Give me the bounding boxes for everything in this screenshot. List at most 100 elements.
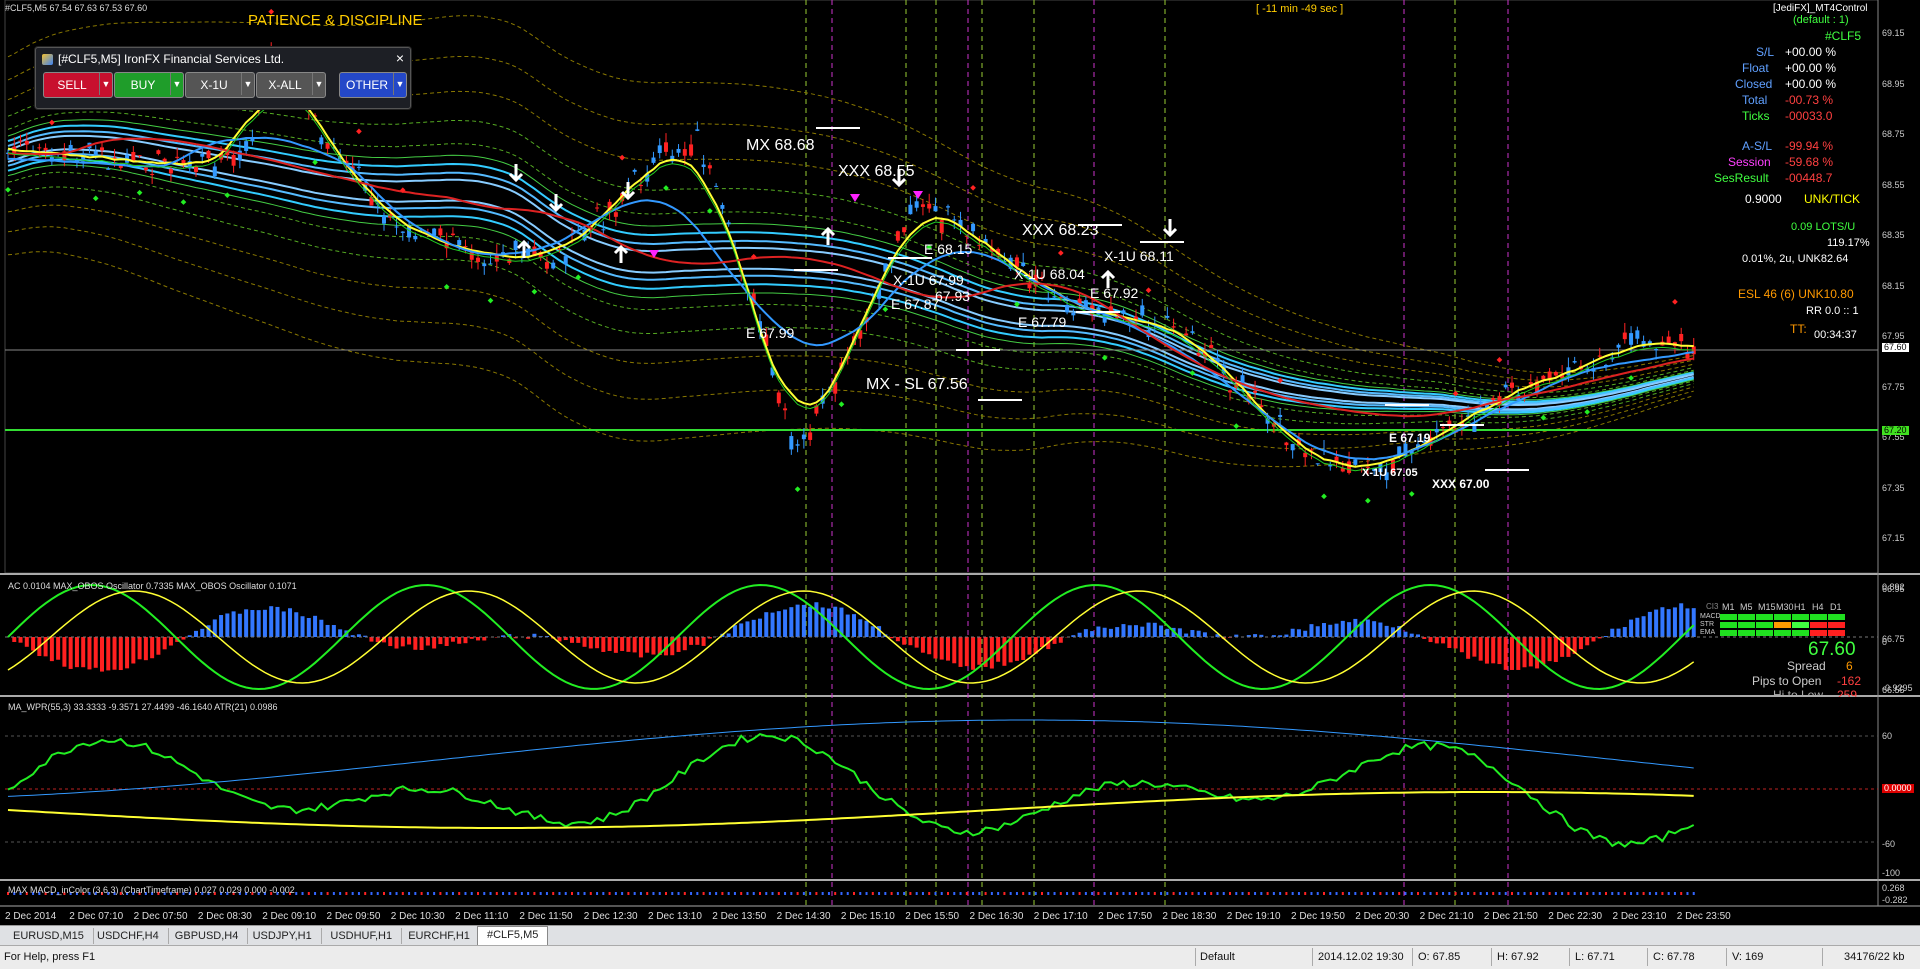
status-open: O: 67.85	[1418, 951, 1460, 963]
price-axis-label: 68.15	[1882, 281, 1905, 291]
price-axis-label: 67.95	[1882, 331, 1905, 341]
info-row-value: +00.00 %	[1785, 62, 1836, 74]
window-title: #CLF5,M5 67.54 67.63 67.53 67.60	[5, 4, 147, 13]
chart-tab[interactable]: GBPUSD,H4	[166, 928, 249, 944]
rr-info: RR 0.0 :: 1	[1806, 306, 1859, 317]
info-row-value: -00448.7	[1785, 172, 1832, 184]
time-axis-label: 2 Dec 18:30	[1162, 911, 1216, 922]
hi-to-low-label: Hi to Low	[1773, 689, 1823, 697]
mtf-cell	[1828, 622, 1845, 628]
price-axis-label: 68.95	[1882, 79, 1905, 89]
trade-annotation: E 67.92	[1090, 286, 1138, 300]
trade-annotation: MX 68.68	[746, 138, 814, 154]
sell-dropdown-icon[interactable]: ▼	[99, 73, 112, 95]
mtf-cell	[1810, 622, 1827, 628]
time-axis-label: 2 Dec 19:10	[1227, 911, 1281, 922]
mtf-cell	[1828, 614, 1845, 620]
spread-label: Spread	[1787, 660, 1826, 672]
hi-to-low-value: 259	[1837, 689, 1857, 697]
status-profile[interactable]: Default	[1200, 951, 1235, 963]
pips-to-open-value: -162	[1837, 675, 1861, 687]
info-row-value: -59.68 %	[1785, 156, 1833, 168]
time-axis-label: 2 Dec 20:30	[1355, 911, 1409, 922]
price-axis-label: 68.75	[1882, 129, 1905, 139]
info-row-label: S/L	[1756, 46, 1774, 58]
trade-control-panel[interactable]: [#CLF5,M5] IronFX Financial Services Ltd…	[35, 47, 411, 109]
time-axis-label: 2 Dec 13:50	[712, 911, 766, 922]
mtf-cell	[1720, 622, 1737, 628]
mtf-cell	[1756, 622, 1773, 628]
status-help: For Help, press F1	[4, 951, 95, 963]
mtf-ci-label: CI3	[1706, 603, 1718, 611]
xall-dropdown-icon[interactable]: ▼	[312, 73, 325, 95]
time-axis-label: 2 Dec 15:50	[905, 911, 959, 922]
lots-per-unit: 0.09 LOTS/U	[1791, 222, 1855, 233]
trade-annotation: E 67.99	[746, 326, 794, 340]
time-axis-label: 2 Dec 21:10	[1420, 911, 1474, 922]
trade-annotation: 67.93	[935, 289, 970, 303]
price-axis-label: 68.55	[1882, 180, 1905, 190]
price-axis-label: 67.35	[1882, 483, 1905, 493]
trade-annotation: E 67.19	[1389, 432, 1430, 444]
chart-tab[interactable]: #CLF5,M5	[477, 926, 548, 946]
price-chart[interactable]	[0, 0, 1920, 925]
mtf-cell	[1774, 630, 1791, 636]
osc1-axis-bottom: -0.9295	[1882, 683, 1913, 693]
tt-value: 00:34:37	[1814, 330, 1857, 341]
osc1-axis-top: 0.892	[1882, 582, 1905, 592]
control-panel-title: [#CLF5,M5] IronFX Financial Services Ltd…	[42, 52, 284, 66]
buy-button[interactable]: BUY▼	[114, 72, 184, 98]
close-icon[interactable]: ×	[396, 50, 404, 66]
mtf-header: M30	[1776, 603, 1794, 612]
sell-button[interactable]: SELL▼	[43, 72, 113, 98]
chart-tab[interactable]: USDHUF,H1	[321, 928, 402, 944]
info-row-value: -00033.0	[1785, 110, 1832, 122]
chart-tab[interactable]: USDJPY,H1	[244, 928, 322, 944]
osc2-axis-60: 60	[1882, 731, 1892, 741]
time-axis-label: 2 Dec 07:10	[69, 911, 123, 922]
mtf-cell	[1738, 630, 1755, 636]
mtf-cell	[1720, 630, 1737, 636]
bar-timer: [ -11 min -49 sec ]	[1256, 4, 1343, 15]
osc2-axis-zero: 0.0000	[1882, 784, 1914, 793]
mtf-cell	[1792, 630, 1809, 636]
price-axis-label: 69.15	[1882, 28, 1905, 38]
buy-dropdown-icon[interactable]: ▼	[170, 73, 183, 95]
chart-tab[interactable]: EURUSD,M15	[4, 928, 94, 944]
status-datetime: 2014.12.02 19:30	[1318, 951, 1404, 963]
green-line-tag: 67.20	[1882, 426, 1909, 435]
osc3-label: MAX MACD_inColor (3,6,3) (ChartTimeframe…	[8, 886, 295, 895]
close-all-button[interactable]: X-ALL▼	[256, 72, 326, 98]
mtf-cell	[1756, 630, 1773, 636]
mtf-cell	[1738, 622, 1755, 628]
status-bar: For Help, press F1 Default 2014.12.02 19…	[0, 945, 1920, 969]
current-price-tag: 67.60	[1882, 343, 1909, 352]
time-axis-label: 2 Dec 23:10	[1613, 911, 1667, 922]
trade-annotation: X-1U 67.05	[1362, 468, 1418, 479]
mtf-cell	[1810, 614, 1827, 620]
top-banner: PATIENCE & DISCIPLINE	[248, 13, 423, 28]
other-button[interactable]: OTHER▼	[339, 72, 407, 98]
trade-annotation: X-1U 67.99	[893, 273, 964, 287]
trade-annotation: XXX 68.55	[838, 164, 915, 180]
time-axis-label: 2 Dec 2014	[5, 911, 56, 922]
osc3-axis-bottom: -0.282	[1882, 895, 1908, 905]
price-axis-label: 67.75	[1882, 382, 1905, 392]
mtf-cell	[1738, 614, 1755, 620]
x1u-dropdown-icon[interactable]: ▼	[241, 73, 254, 95]
chart-tab[interactable]: EURCHF,H1	[399, 928, 480, 944]
big-price: 67.60	[1808, 640, 1856, 659]
time-axis-label: 2 Dec 16:30	[970, 911, 1024, 922]
osc2-axis-neg100: -100	[1882, 868, 1900, 878]
time-axis-label: 2 Dec 11:50	[519, 911, 572, 922]
pips-to-open-label: Pips to Open	[1752, 675, 1821, 687]
unk-per-tick: UNK/TICK	[1804, 193, 1860, 205]
chart-tab[interactable]: USDCHF,H4	[88, 928, 169, 944]
mtf-row-label: MACD	[1700, 613, 1721, 620]
close-one-unit-button[interactable]: X-1U▼	[185, 72, 255, 98]
trade-annotation: XXX 67.00	[1432, 478, 1489, 490]
status-close: C: 67.78	[1653, 951, 1695, 963]
info-row-label: Session	[1728, 156, 1771, 168]
other-dropdown-icon[interactable]: ▼	[393, 73, 406, 95]
mtf-cell	[1810, 630, 1827, 636]
